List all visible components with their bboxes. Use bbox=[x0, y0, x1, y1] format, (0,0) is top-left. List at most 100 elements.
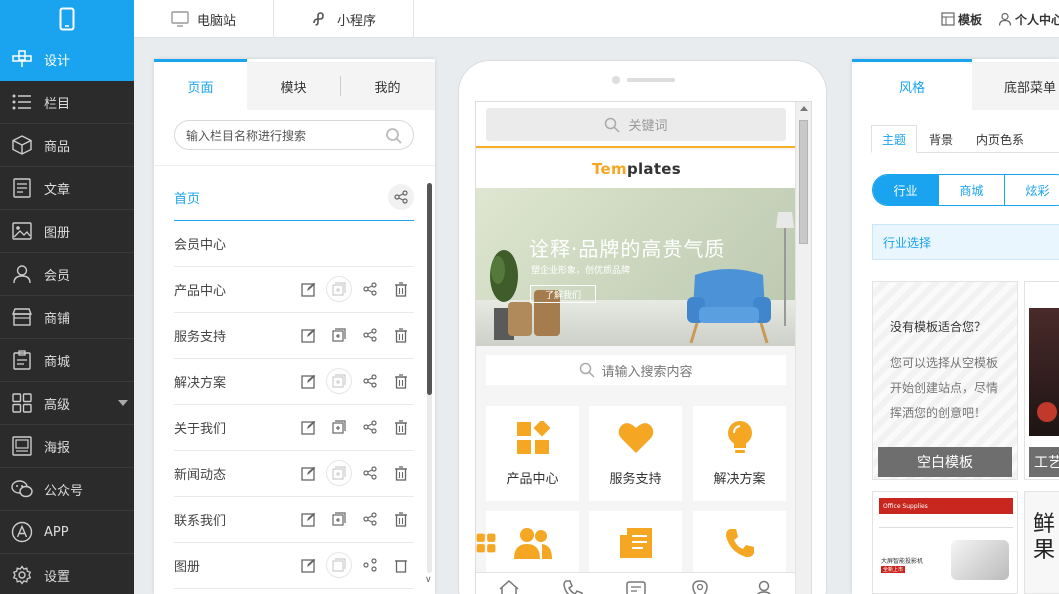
industry-select[interactable]: 行业选择 bbox=[872, 224, 1059, 260]
location-icon[interactable] bbox=[689, 579, 711, 594]
user-icon[interactable] bbox=[753, 579, 775, 594]
nav-item-official-account[interactable]: 公众号 bbox=[0, 468, 134, 511]
nav-item-advanced[interactable]: 高级 bbox=[0, 382, 134, 425]
nav-item-gallery[interactable]: 图册 bbox=[0, 210, 134, 253]
tab-footer-menu[interactable]: 底部菜单 bbox=[972, 62, 1059, 110]
keyword-search-input[interactable]: 关键词 bbox=[486, 108, 786, 141]
grid-item-label: 产品中心 bbox=[506, 472, 559, 487]
scroll-down-arrow-icon[interactable]: ∨ bbox=[425, 575, 432, 585]
edit-button[interactable] bbox=[295, 460, 321, 486]
page-row-products[interactable]: 产品中心 bbox=[174, 267, 414, 313]
site-logo[interactable]: Tem plates bbox=[476, 150, 797, 188]
segment-mall[interactable]: 商城 bbox=[939, 175, 1005, 205]
template-card-blank[interactable]: 没有模板适合您？ 您可以选择从空模板 开始创建站点，尽情 挥洒您的创意吧！ 空白… bbox=[872, 281, 1018, 480]
copy-button[interactable] bbox=[326, 552, 352, 578]
nav-label: 栏目 bbox=[44, 96, 71, 112]
nav-item-member[interactable]: 会员 bbox=[0, 253, 134, 296]
page-row-about[interactable]: 关于我们 bbox=[174, 405, 414, 451]
page-list-scrollbar[interactable] bbox=[427, 183, 432, 395]
template-card-fruit[interactable]: 鲜果 bbox=[1024, 491, 1059, 594]
page-row-solutions[interactable]: 解决方案 bbox=[174, 359, 414, 405]
tab-style[interactable]: 风格 bbox=[852, 62, 972, 110]
preview-scrollbar[interactable] bbox=[795, 102, 811, 594]
nav-item-settings[interactable]: 设置 bbox=[0, 554, 134, 594]
share-button[interactable] bbox=[357, 552, 383, 578]
phone-icon[interactable] bbox=[562, 579, 584, 594]
keyword-placeholder: 关键词 bbox=[628, 119, 668, 134]
template-thumbnail-text: 大屏智能投影机 bbox=[881, 558, 924, 565]
subtab-theme[interactable]: 主题 bbox=[871, 125, 917, 153]
edit-button[interactable] bbox=[295, 552, 321, 578]
page-row-home[interactable]: 首页 bbox=[174, 175, 414, 221]
nav-item-shop[interactable]: 商铺 bbox=[0, 296, 134, 339]
copy-button[interactable] bbox=[326, 506, 352, 532]
mobile-site-logo[interactable] bbox=[0, 0, 134, 38]
edit-button[interactable] bbox=[295, 506, 321, 532]
page-row-contact[interactable]: 联系我们 bbox=[174, 497, 414, 543]
tab-modules[interactable]: 模块 bbox=[247, 62, 340, 110]
hero-banner[interactable]: 诠释·品牌的高贵气质 塑企业形象，创优质品牌 了解我们 bbox=[476, 188, 797, 346]
preview-scrollbar-thumb[interactable] bbox=[799, 120, 808, 244]
nav-item-goods[interactable]: 商品 bbox=[0, 124, 134, 167]
grid-item-products[interactable]: 产品中心 bbox=[486, 406, 579, 501]
tab-mini-program[interactable]: 小程序 bbox=[274, 0, 414, 38]
page-row-member-center[interactable]: 会员中心 bbox=[174, 221, 414, 267]
subtab-inner-color[interactable]: 内页色系 bbox=[965, 125, 1035, 153]
edit-button[interactable] bbox=[295, 414, 321, 440]
scroll-up-arrow-icon[interactable] bbox=[800, 106, 808, 111]
share-button[interactable] bbox=[357, 322, 383, 348]
nav-item-article[interactable]: 文章 bbox=[0, 167, 134, 210]
tab-mini-label: 小程序 bbox=[336, 13, 376, 29]
mini-program-icon bbox=[313, 12, 324, 26]
page-row-news[interactable]: 新闻动态 bbox=[174, 451, 414, 497]
template-link[interactable]: 模板 bbox=[941, 0, 982, 38]
page-row-gallery[interactable]: 图册 bbox=[174, 543, 414, 589]
delete-button[interactable] bbox=[388, 414, 414, 440]
share-button[interactable] bbox=[357, 368, 383, 394]
template-card-craft[interactable]: 工艺 bbox=[1024, 281, 1059, 480]
message-icon[interactable] bbox=[625, 579, 647, 594]
delete-button[interactable] bbox=[388, 276, 414, 302]
share-button[interactable] bbox=[357, 460, 383, 486]
segment-industry[interactable]: 行业 bbox=[873, 175, 939, 205]
page-row-service[interactable]: 服务支持 bbox=[174, 313, 414, 359]
tab-mine[interactable]: 我的 bbox=[340, 62, 435, 110]
share-button[interactable] bbox=[357, 506, 383, 532]
nav-item-design[interactable]: 设计 bbox=[0, 38, 134, 81]
copy-button[interactable] bbox=[326, 368, 352, 394]
share-button[interactable] bbox=[388, 184, 414, 210]
share-button[interactable] bbox=[357, 414, 383, 440]
nav-item-app[interactable]: APP bbox=[0, 511, 134, 554]
nav-item-poster[interactable]: 海报 bbox=[0, 425, 134, 468]
edit-button[interactable] bbox=[295, 276, 321, 302]
template-card-office[interactable]: Office Supplies 大屏智能投影机 全新上市 bbox=[872, 491, 1018, 594]
edit-button[interactable] bbox=[295, 368, 321, 394]
home-icon[interactable] bbox=[498, 579, 520, 594]
share-button[interactable] bbox=[357, 276, 383, 302]
subtab-background[interactable]: 背景 bbox=[917, 125, 965, 153]
copy-button[interactable] bbox=[326, 460, 352, 486]
nav-item-mall[interactable]: 商城 bbox=[0, 339, 134, 382]
tab-pages[interactable]: 页面 bbox=[154, 62, 247, 110]
banner-learn-more-button[interactable]: 了解我们 bbox=[530, 285, 596, 303]
content-search-input[interactable]: 请输入搜索内容 bbox=[486, 355, 786, 385]
delete-button[interactable] bbox=[388, 460, 414, 486]
segment-colorful[interactable]: 炫彩 bbox=[1005, 175, 1059, 205]
delete-button[interactable] bbox=[388, 552, 414, 578]
grid-item-service[interactable]: 服务支持 bbox=[589, 406, 682, 501]
edit-button[interactable] bbox=[295, 322, 321, 348]
delete-button[interactable] bbox=[388, 368, 414, 394]
search-icon[interactable] bbox=[385, 127, 403, 149]
copy-button[interactable] bbox=[326, 276, 352, 302]
copy-button[interactable] bbox=[326, 414, 352, 440]
blank-template-button[interactable]: 空白模板 bbox=[878, 447, 1012, 477]
user-center-link[interactable]: 个人中心 bbox=[998, 0, 1059, 38]
tab-pc-site[interactable]: 电脑站 bbox=[134, 0, 274, 38]
nav-item-column[interactable]: 栏目 bbox=[0, 81, 134, 124]
copy-button[interactable] bbox=[326, 322, 352, 348]
grid-item-solutions[interactable]: 解决方案 bbox=[693, 406, 786, 501]
delete-button[interactable] bbox=[388, 322, 414, 348]
template-card-button[interactable]: 工艺 bbox=[1029, 447, 1059, 477]
page-search-input[interactable] bbox=[186, 127, 386, 144]
delete-button[interactable] bbox=[388, 506, 414, 532]
